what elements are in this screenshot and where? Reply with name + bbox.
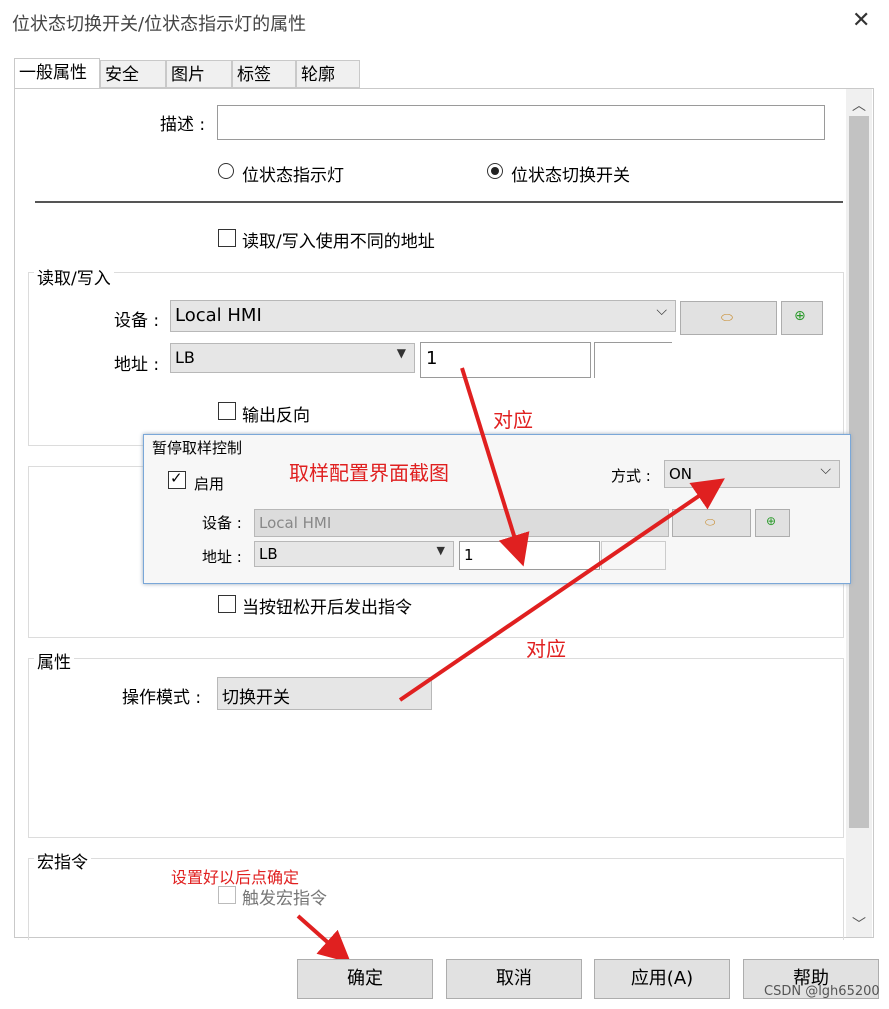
arrow-confirm bbox=[296, 914, 351, 963]
arrow-mode bbox=[398, 478, 725, 702]
arrow-addr bbox=[460, 367, 530, 567]
watermark: CSDN @lgh65200 bbox=[764, 984, 880, 999]
annotation-arrows bbox=[296, 367, 725, 963]
ok-button[interactable]: 确定 bbox=[297, 959, 433, 999]
apply-button[interactable]: 应用(A) bbox=[594, 959, 730, 999]
cancel-button[interactable]: 取消 bbox=[446, 959, 582, 999]
